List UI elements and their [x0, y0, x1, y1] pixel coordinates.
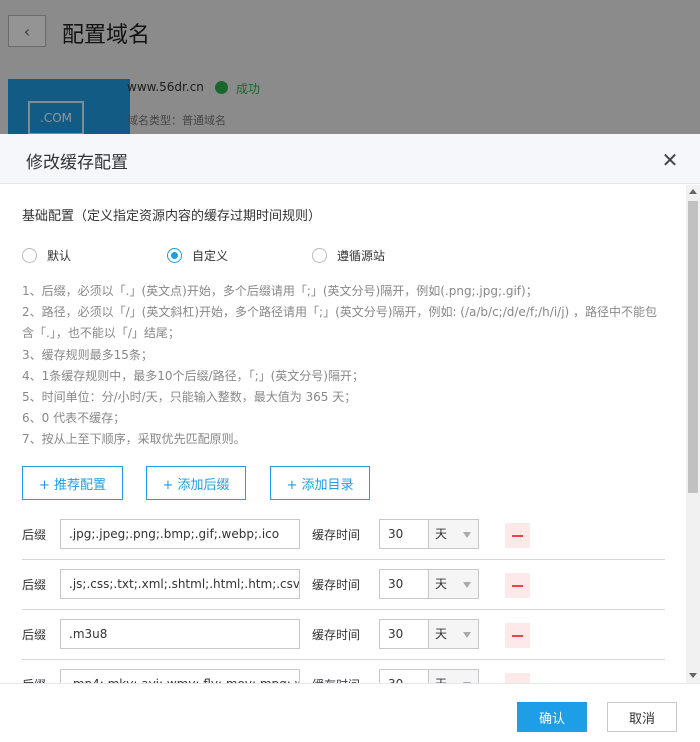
cache-rule-row: 后缀 .m3u8 缓存时间 30 天 — [22, 610, 665, 660]
radio-follow-origin[interactable]: 遵循源站 — [312, 247, 385, 264]
remove-rule-button[interactable] — [505, 523, 530, 548]
time-unit-value: 天 — [435, 577, 448, 591]
cache-time-label: 缓存时间 — [312, 676, 360, 683]
cache-time-input[interactable]: 30 — [379, 619, 429, 649]
cache-rule-row: 后缀 .jpg;.jpeg;.png;.bmp;.gif;.webp;.ico … — [22, 510, 665, 560]
caret-down-icon — [463, 582, 471, 588]
cache-rule-row: 后缀 .js;.css;.txt;.xml;.shtml;.html;.htm;… — [22, 560, 665, 610]
cache-time-label: 缓存时间 — [312, 528, 361, 542]
time-unit-value: 天 — [435, 527, 448, 541]
caret-down-icon — [463, 532, 471, 538]
scroll-up-arrow-icon[interactable] — [689, 189, 697, 194]
modal-header: 修改缓存配置 ✕ — [0, 134, 700, 184]
rule-text: 2、路径，必须以「/」(英文斜杠)开始，多个路径请用「;」(英文分号)隔开，例如… — [22, 305, 658, 341]
caret-down-icon — [463, 632, 471, 638]
time-unit-select[interactable]: 天 — [428, 569, 479, 599]
recommend-config-button[interactable]: + 推荐配置 — [22, 466, 123, 500]
radio-circle-icon — [22, 248, 37, 263]
suffix-label: 后缀 — [22, 628, 47, 642]
radio-label: 自定义 — [192, 249, 229, 263]
scroll-down-arrow-icon[interactable] — [689, 673, 697, 678]
suffix-label: 后缀 — [22, 676, 46, 683]
cache-time-label: 缓存时间 — [312, 628, 361, 642]
cache-mode-radio-group: 默认 自定义 遵循源站 — [22, 247, 522, 267]
cancel-button[interactable]: 取消 — [607, 702, 677, 732]
minus-icon — [512, 534, 523, 537]
vertical-scrollbar[interactable] — [686, 185, 700, 683]
modal-footer: 确认 取消 — [0, 683, 700, 742]
modal-body[interactable]: 基础配置（定义指定资源内容的缓存过期时间规则） 默认 自定义 遵循源站 1、后缀… — [0, 185, 686, 683]
cache-time-label: 缓存时间 — [312, 578, 361, 592]
radio-default[interactable]: 默认 — [22, 247, 71, 264]
add-suffix-button[interactable]: + 添加后缀 — [146, 466, 246, 500]
confirm-button[interactable]: 确认 — [517, 702, 587, 732]
rules-list: 1、后缀，必须以「.」(英文点)开始，多个后缀请用「;」(英文分号)隔开，例如(… — [22, 281, 662, 451]
time-unit-select[interactable]: 天 — [428, 519, 479, 549]
rule-text: 5、时间单位：分/小时/天，只能输入整数，最大值为 365 天； — [22, 390, 357, 405]
cache-time-input[interactable]: 30 — [379, 569, 429, 599]
cache-time-input[interactable]: 30 — [379, 519, 429, 549]
suffix-input[interactable]: .m3u8 — [60, 619, 300, 649]
cache-time-input[interactable]: 30 — [379, 669, 429, 683]
radio-circle-checked-icon — [167, 248, 182, 263]
modal-title: 修改缓存配置 — [26, 153, 128, 173]
radio-custom[interactable]: 自定义 — [167, 247, 228, 264]
close-icon: ✕ — [661, 148, 679, 172]
add-directory-button[interactable]: + 添加目录 — [270, 466, 370, 500]
remove-rule-button[interactable] — [505, 673, 530, 683]
rule-text: 6、0 代表不缓存； — [22, 411, 126, 426]
radio-label: 遵循源站 — [337, 249, 386, 263]
rule-text: 4、1条缓存规则中，最多10个后缀/路径，「;」(英文分号)隔开； — [22, 368, 364, 383]
radio-circle-icon — [312, 248, 327, 263]
section-title: 基础配置（定义指定资源内容的缓存过期时间规则） — [22, 209, 322, 224]
remove-rule-button[interactable] — [505, 573, 530, 598]
cache-config-modal: 修改缓存配置 ✕ 基础配置（定义指定资源内容的缓存过期时间规则） 默认 自定义 … — [0, 134, 700, 742]
suffix-input[interactable]: .js;.css;.txt;.xml;.shtml;.html;.htm;.cs… — [60, 569, 300, 599]
suffix-label: 后缀 — [22, 528, 47, 542]
time-unit-select[interactable]: 天 — [428, 669, 479, 683]
remove-rule-button[interactable] — [505, 623, 530, 648]
rule-text: 3、缓存规则最多15条； — [22, 347, 153, 362]
close-button[interactable]: ✕ — [658, 148, 682, 172]
minus-icon — [512, 634, 523, 637]
radio-label: 默认 — [47, 249, 72, 263]
minus-icon — [512, 584, 523, 587]
scrollbar-thumb[interactable] — [688, 201, 698, 493]
suffix-input[interactable]: .mp4;.mkv;.avi;.wmv;.flv;.mov;.mpg;.webm — [60, 669, 300, 683]
rule-text: 7、按从上至下顺序，采取优先匹配原则。 — [22, 432, 246, 447]
time-unit-select[interactable]: 天 — [428, 619, 479, 649]
suffix-label: 后缀 — [22, 578, 47, 592]
time-unit-value: 天 — [435, 627, 448, 641]
rule-text: 1、后缀，必须以「.」(英文点)开始，多个后缀请用「;」(英文分号)隔开，例如(… — [22, 284, 538, 298]
cache-rule-row: 后缀 .mp4;.mkv;.avi;.wmv;.flv;.mov;.mpg;.w… — [22, 660, 665, 683]
suffix-input[interactable]: .jpg;.jpeg;.png;.bmp;.gif;.webp;.ico — [60, 519, 300, 549]
